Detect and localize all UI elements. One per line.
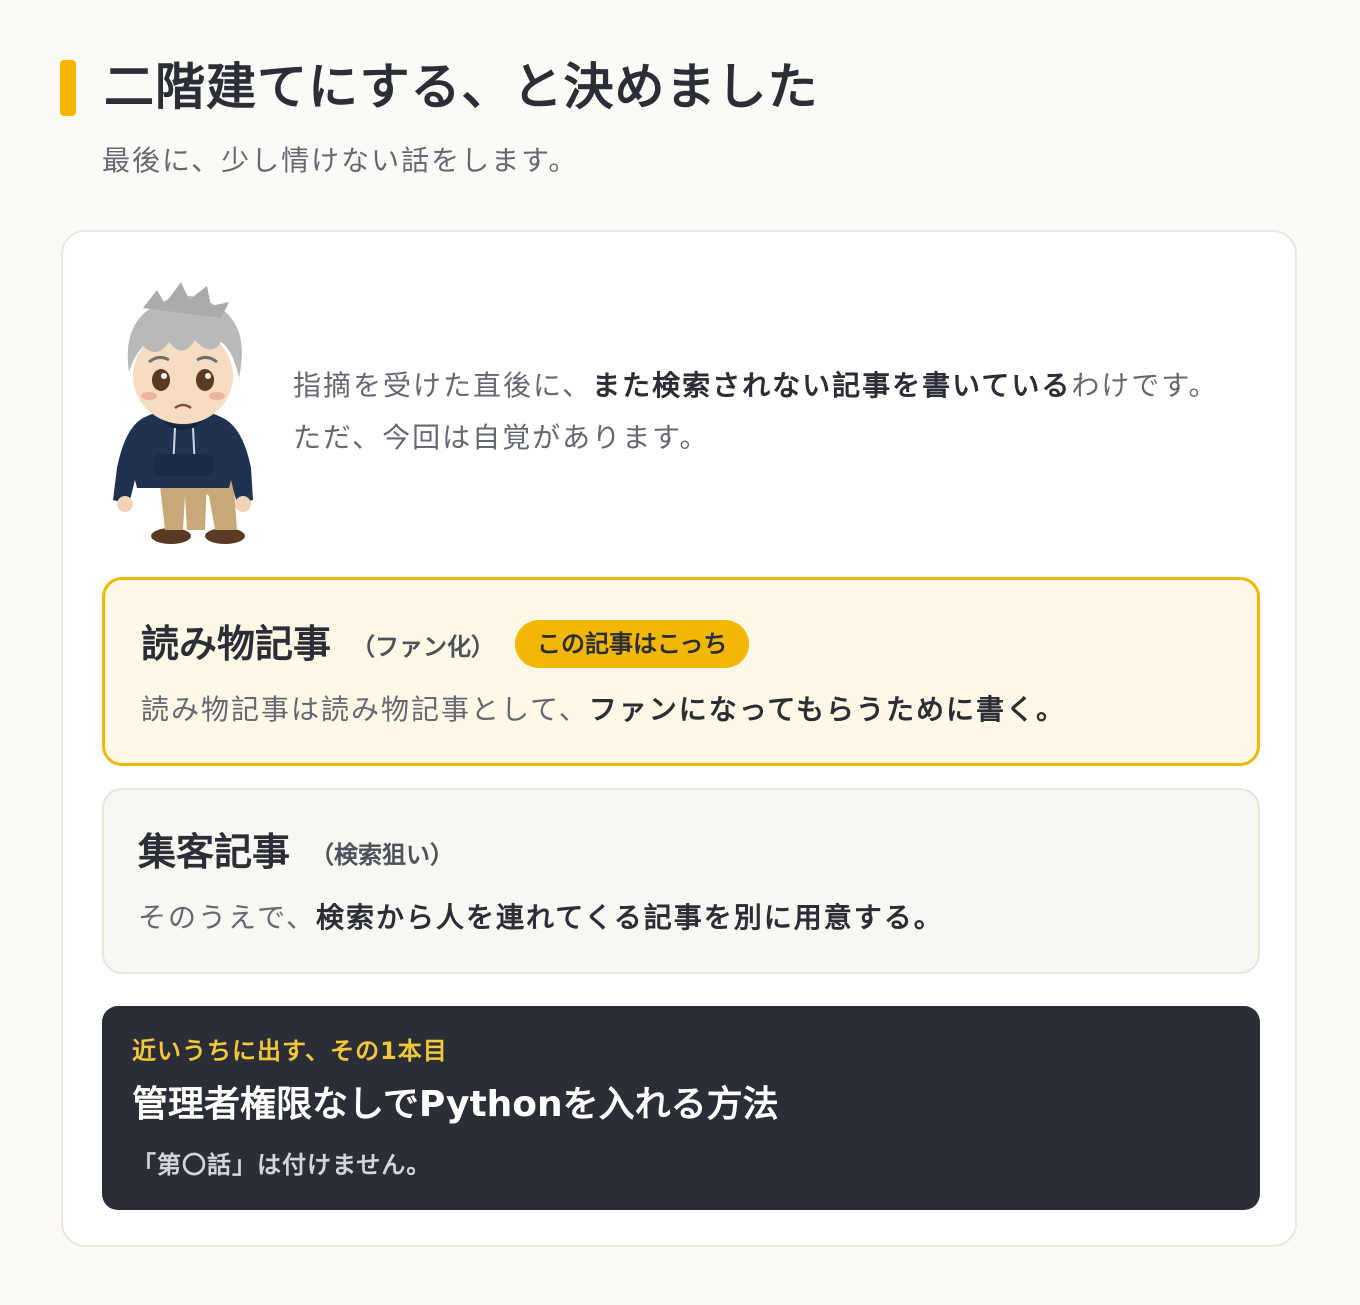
next-article-title: 管理者権限なしでPythonを入れる方法 xyxy=(132,1084,779,1125)
sad-character-illustration xyxy=(103,268,263,550)
option-fan-title: 読み物記事 xyxy=(141,622,332,666)
option-fan-body: 読み物記事は読み物記事として、ファンになってもらうために書く。 xyxy=(141,688,1066,732)
next-article-kicker: 近いうちに出す、その1本目 xyxy=(132,1037,448,1065)
option-fan-note: （ファン化） xyxy=(351,632,496,661)
option-seo-article: 集客記事 （検索狙い） そのうえで、検索から人を連れてくる記事を別に用意する。 xyxy=(102,788,1260,974)
option-fan-title-row: 読み物記事 （ファン化） この記事はこっち xyxy=(141,618,750,670)
page-subtitle: 最後に、少し情けない話をします。 xyxy=(102,144,579,177)
option-fan-body-plain: 読み物記事は読み物記事として、 xyxy=(141,693,589,726)
option-seo-title-row: 集客記事 （検索狙い） xyxy=(138,826,454,878)
option-seo-body-plain: そのうえで、 xyxy=(138,901,317,934)
option-fan-body-emphasis: ファンになってもらうために書く。 xyxy=(588,693,1066,726)
option-fan-article: 読み物記事 （ファン化） この記事はこっち 読み物記事は読み物記事として、ファン… xyxy=(102,577,1260,766)
option-seo-body-emphasis: 検索から人を連れてくる記事を別に用意する。 xyxy=(316,901,944,934)
heading-accent-bar xyxy=(60,60,76,116)
option-seo-note: （検索狙い） xyxy=(310,840,455,869)
page: 二階建てにする、と決めました 最後に、少し情けない話をします。 指摘を受けた直後… xyxy=(0,0,1360,1305)
intro-text-line2: ただ、今回は自覚があります。 xyxy=(293,421,710,454)
intro-text-emphasis: また検索されない記事を書いている xyxy=(592,369,1072,402)
next-article-note: 「第〇話」は付けません。 xyxy=(132,1151,432,1179)
current-article-badge: この記事はこっち xyxy=(515,620,750,668)
content-card: 指摘を受けた直後に、また検索されない記事を書いているわけです。 ただ、今回は自覚… xyxy=(61,230,1297,1247)
intro-text-start: 指摘を受けた直後に、 xyxy=(293,369,593,402)
intro-text: 指摘を受けた直後に、また検索されない記事を書いているわけです。 ただ、今回は自覚… xyxy=(293,360,1273,464)
intro-text-end: わけです。 xyxy=(1071,369,1219,402)
next-article-panel: 近いうちに出す、その1本目 管理者権限なしでPythonを入れる方法 「第〇話」… xyxy=(102,1006,1260,1210)
option-seo-title: 集客記事 xyxy=(138,830,291,874)
page-title: 二階建てにする、と決めました xyxy=(104,58,819,116)
option-seo-body: そのうえで、検索から人を連れてくる記事を別に用意する。 xyxy=(138,896,944,940)
